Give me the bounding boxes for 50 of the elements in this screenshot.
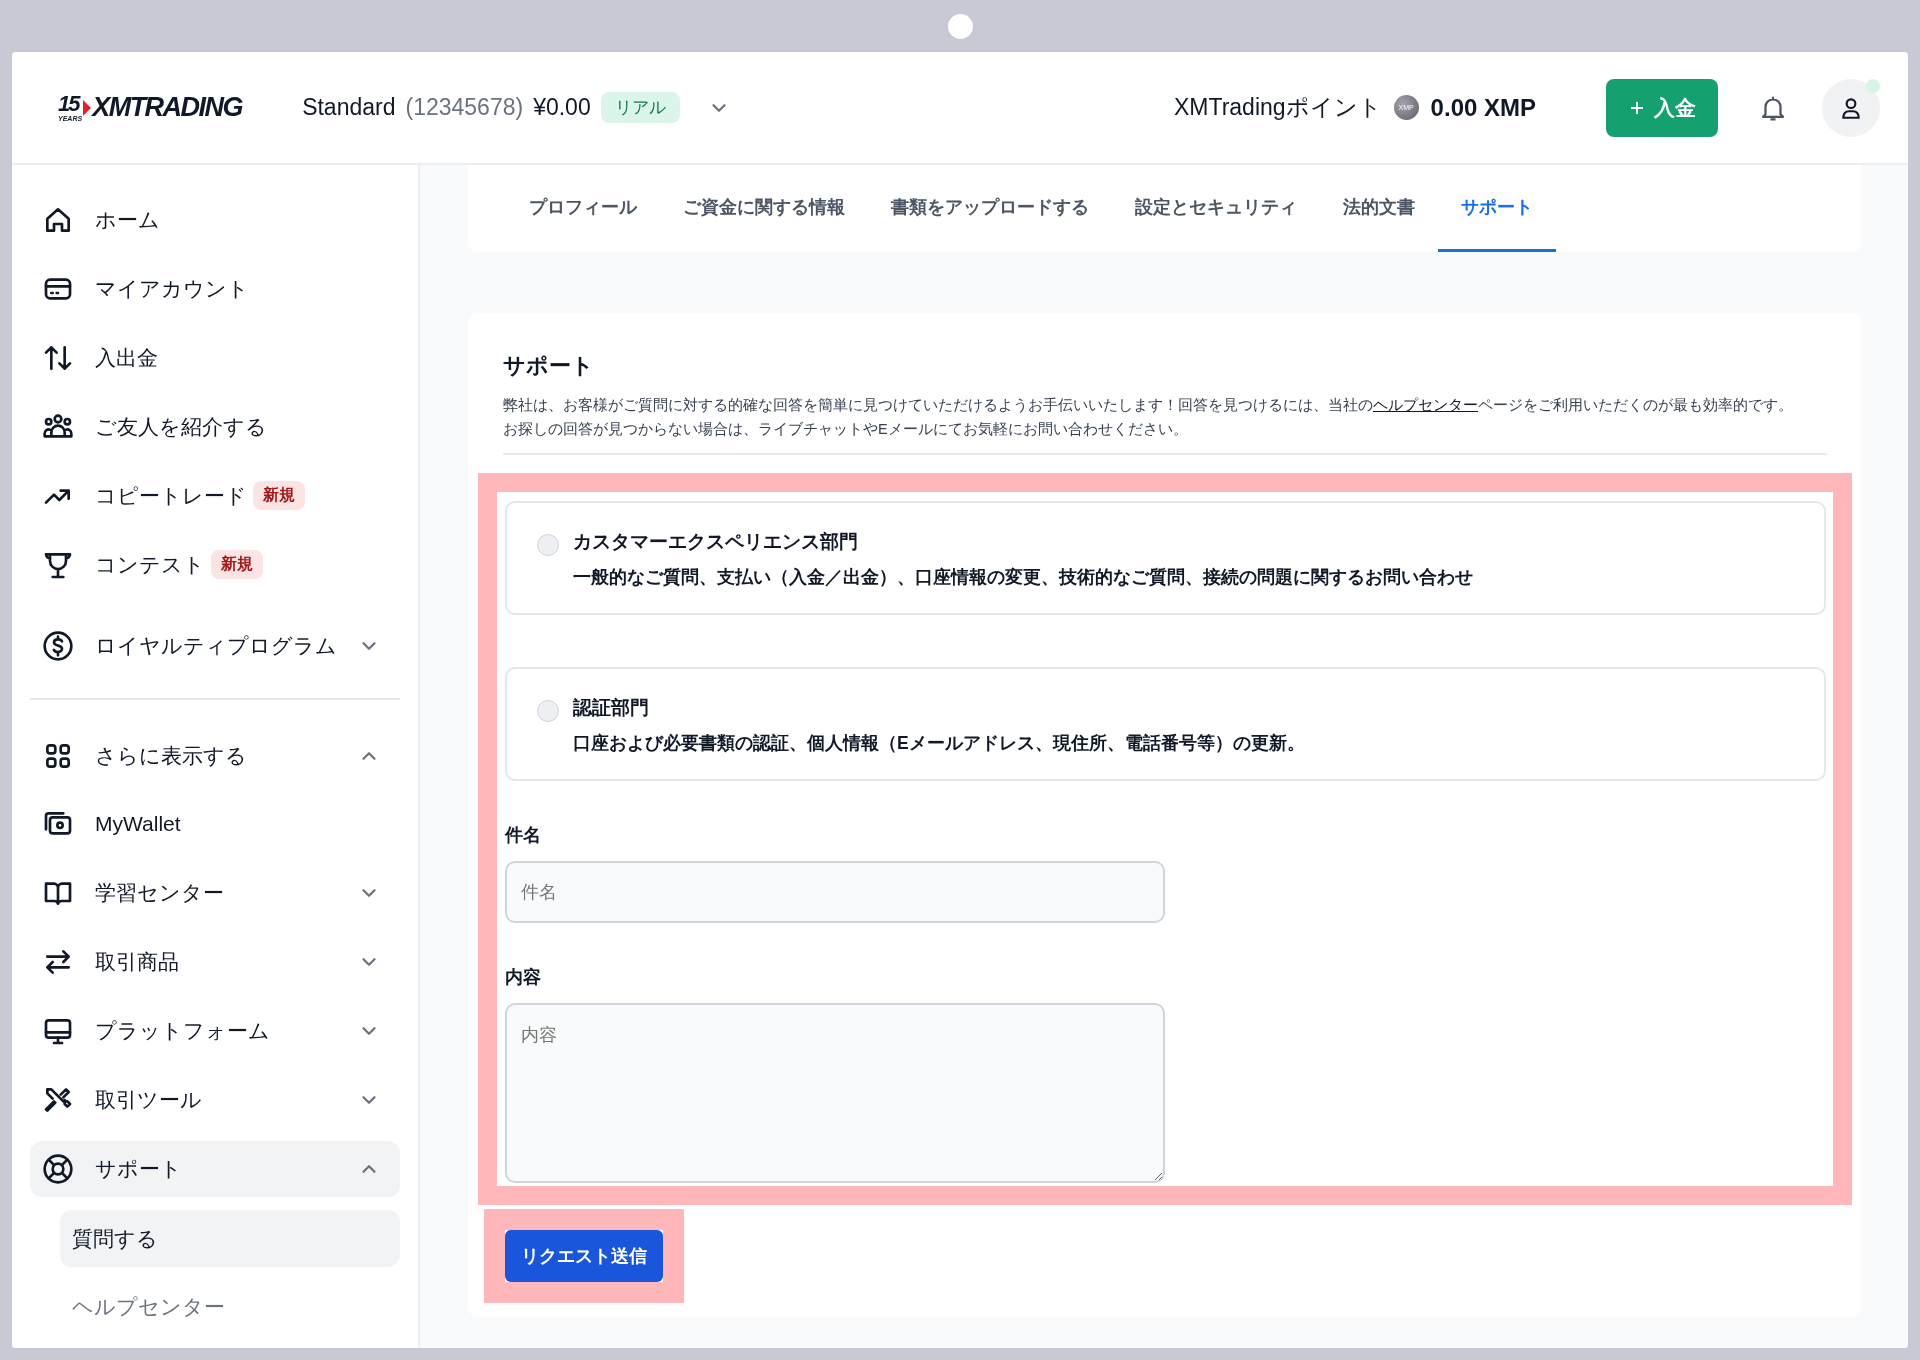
field-label: 内容	[505, 966, 542, 989]
radio-button[interactable]	[537, 534, 559, 556]
nav-item[interactable]: マイアカウント	[30, 260, 400, 317]
account-balance: ¥0.00	[533, 94, 591, 121]
nav-item[interactable]: さらに表示する	[30, 727, 400, 784]
account-number: (12345678)	[405, 94, 524, 121]
tab[interactable]: 書類をアップロードする	[868, 165, 1112, 252]
department-option[interactable]: カスタマーエクスペリエンス部門 一般的なご質問、支払い（入金／出金）、口座情報の変更、技術的なご質問、接続の問題に関するお問い合わせ	[505, 501, 1826, 615]
nav-item[interactable]: ロイヤルティプログラム	[30, 617, 400, 674]
nav-item[interactable]: ホーム	[30, 192, 400, 248]
nav-item[interactable]: 入出金	[30, 329, 400, 386]
account-type: Standard	[302, 94, 396, 121]
lifebuoy-icon	[42, 1153, 74, 1186]
nav-item[interactable]: ご友人を紹介する	[30, 398, 400, 455]
section-title: サポート	[503, 352, 595, 380]
new-badge: 新規	[253, 481, 305, 511]
nav-item[interactable]: プラットフォーム	[30, 1003, 400, 1060]
nav-item[interactable]: 取引商品	[30, 934, 400, 991]
points-label: XMTradingポイント	[1173, 93, 1382, 122]
account-badge: リアル	[600, 92, 680, 123]
department-description: 一般的なご質問、支払い（入金／出金）、口座情報の変更、技術的なご質問、接続の問題に関するお問い合わせ	[573, 566, 1473, 589]
tab[interactable]: ご資金に関する情報	[660, 165, 868, 252]
tab[interactable]: サポート	[1438, 165, 1556, 252]
camera-icon	[948, 14, 973, 39]
nav-item[interactable]: 取引ツール	[30, 1072, 400, 1129]
sub-nav-item[interactable]: 質問する	[60, 1210, 400, 1267]
dollar-circle-icon	[42, 629, 74, 662]
field-label: 件名	[505, 824, 542, 847]
tab[interactable]: プロフィール	[506, 165, 660, 252]
content-field[interactable]: 内容	[505, 1003, 1165, 1183]
tab[interactable]: 法的文書	[1320, 165, 1438, 252]
subject-field[interactable]: 件名	[505, 861, 1165, 923]
nav-item[interactable]: MyWallet	[30, 796, 400, 853]
tab[interactable]: 設定とセキュリティ	[1112, 165, 1320, 252]
help-center-link[interactable]: ヘルプセンター	[1373, 397, 1478, 413]
department-option[interactable]: 認証部門 口座および必要書類の認証、個人情報（Eメールアドレス、現住所、電話番号等）の更新。	[505, 667, 1826, 781]
points-value: 0.00 XMP	[1430, 93, 1536, 122]
nav-item[interactable]: コンテスト 新規	[30, 536, 400, 593]
nav-item[interactable]: サポート	[30, 1141, 400, 1198]
sub-nav-item[interactable]: ヘルプセンター	[60, 1279, 400, 1336]
department-description: 口座および必要書類の認証、個人情報（Eメールアドレス、現住所、電話番号等）の更新。	[573, 732, 1305, 755]
new-badge: 新規	[211, 550, 263, 580]
description-text: 弊社は、お客様がご質問に対する的確な回答を簡単に見つけていただけるようお手伝いいたします！回答を見つけるには、当社のヘルプセンターページをご利用いただくのが最も効率的です。	[503, 396, 1794, 415]
submit-button[interactable]: リクエスト送信	[505, 1230, 663, 1282]
department-title: カスタマーエクスペリエンス部門	[573, 530, 859, 554]
nav-item[interactable]: コピートレード 新規	[30, 467, 400, 524]
description-text: お探しの回答が見つからない場合は、ライブチャットやEメールにてお気軽にお問い合わせください。	[503, 420, 1189, 439]
radio-button[interactable]	[537, 700, 559, 722]
department-title: 認証部門	[573, 696, 650, 720]
nav-item[interactable]: 学習センター	[30, 865, 400, 922]
